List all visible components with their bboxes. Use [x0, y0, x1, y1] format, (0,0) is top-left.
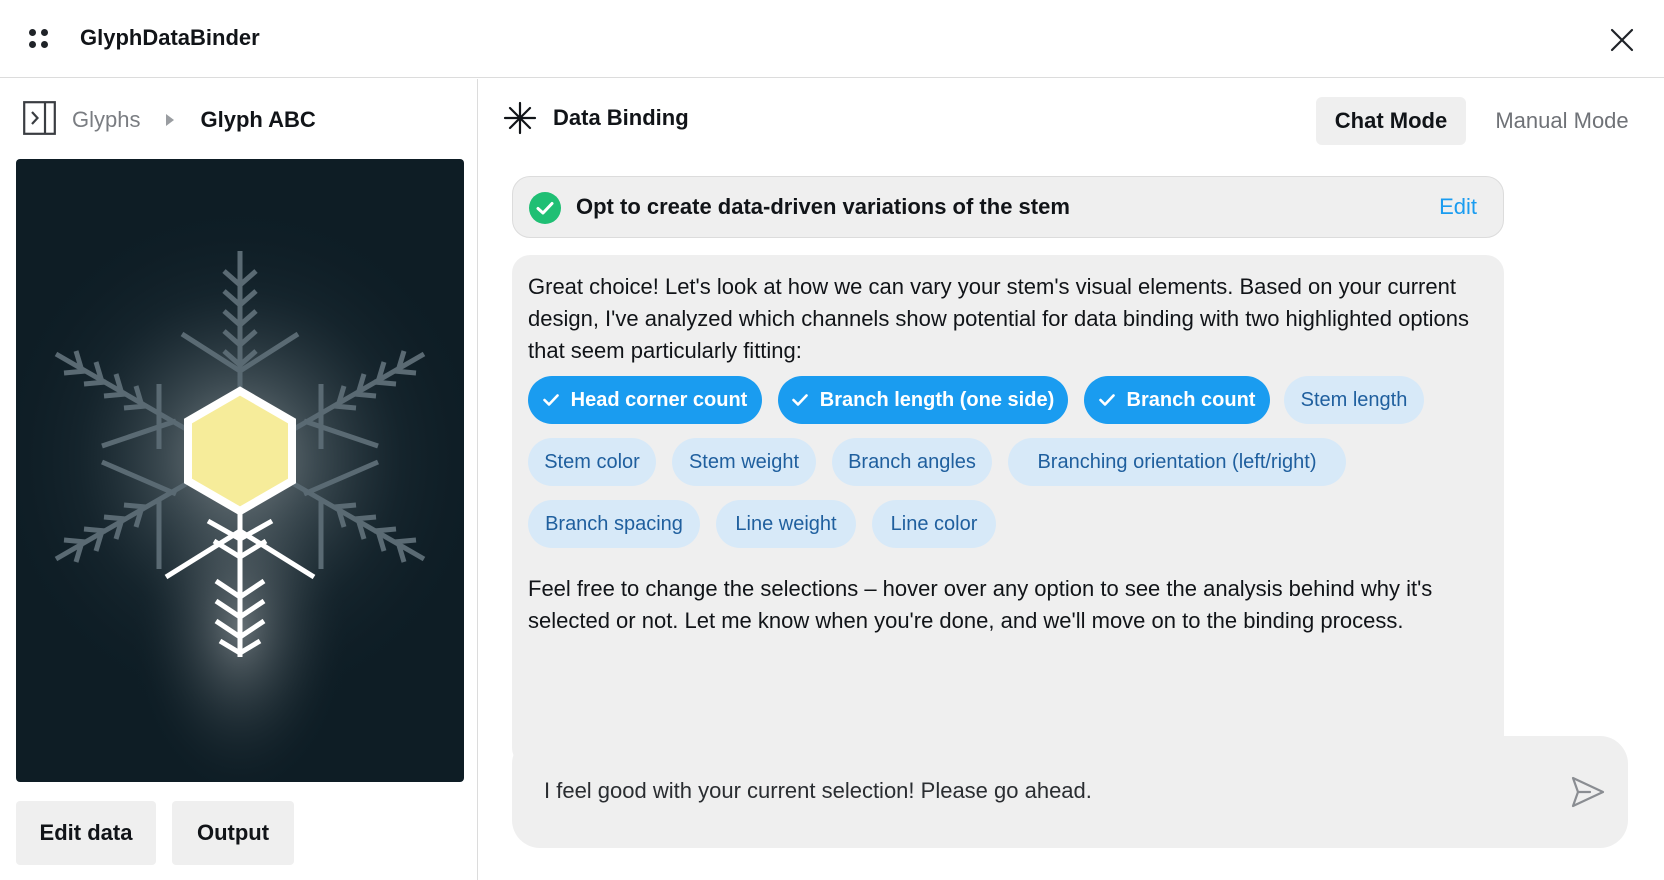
chip-branch-length[interactable]: Branch length (one side) — [778, 376, 1068, 424]
chip-branch-count[interactable]: Branch count — [1084, 376, 1270, 424]
chip-label: Branch angles — [848, 450, 976, 473]
title-bar: GlyphDataBinder — [0, 0, 1664, 78]
chip-stem-length[interactable]: Stem length — [1284, 376, 1424, 424]
send-icon[interactable] — [1570, 774, 1606, 810]
snowflake-glyph-image — [16, 199, 464, 782]
chip-label: Head corner count — [570, 388, 748, 411]
chip-label: Line color — [890, 512, 978, 535]
asterisk-icon — [503, 101, 537, 135]
data-binding-panel: Data Binding Chat Mode Manual Mode Opt t… — [480, 79, 1664, 880]
chat-composer[interactable]: I feel good with your current selection!… — [512, 736, 1628, 848]
output-button[interactable]: Output — [172, 801, 294, 865]
glyph-preview — [16, 159, 464, 782]
chip-line-color[interactable]: Line color — [872, 500, 996, 548]
edit-data-button[interactable]: Edit data — [16, 801, 156, 865]
check-icon — [542, 394, 559, 406]
check-circle-icon — [529, 192, 561, 224]
chip-label: Stem color — [544, 450, 640, 473]
tab-chat-mode[interactable]: Chat Mode — [1316, 97, 1466, 145]
message-intro: Great choice! Let's look at how we can v… — [528, 274, 1470, 363]
chip-branching-orientation[interactable]: Branching orientation (left/right) — [1008, 438, 1346, 486]
chip-label: Branch length (one side) — [819, 388, 1055, 411]
app-title: GlyphDataBinder — [80, 25, 260, 50]
assistant-message: Great choice! Let's look at how we can v… — [512, 255, 1504, 766]
breadcrumb-separator-icon — [166, 114, 175, 126]
sidebar-toggle-icon[interactable] — [23, 101, 56, 135]
chip-label: Line weight — [735, 512, 837, 535]
breadcrumb-glyphs[interactable]: Glyphs — [72, 107, 140, 133]
chip-stem-color[interactable]: Stem color — [528, 438, 656, 486]
chip-line-weight[interactable]: Line weight — [716, 500, 856, 548]
chip-branch-spacing[interactable]: Branch spacing — [528, 500, 700, 548]
chip-head-corner-count[interactable]: Head corner count — [528, 376, 762, 424]
chip-label: Stem weight — [688, 450, 800, 473]
chip-label: Branch spacing — [545, 512, 683, 535]
chip-stem-weight[interactable]: Stem weight — [672, 438, 816, 486]
composer-input[interactable]: I feel good with your current selection!… — [544, 778, 1092, 804]
message-outro: Feel free to change the selections – hov… — [528, 576, 1433, 633]
tab-manual-mode[interactable]: Manual Mode — [1480, 97, 1644, 145]
chip-label: Stem length — [1300, 388, 1408, 411]
panel-title: Data Binding — [553, 105, 689, 130]
check-icon — [1098, 394, 1115, 406]
chip-label: Branching orientation (left/right) — [1037, 450, 1317, 473]
check-icon — [791, 394, 808, 406]
edit-link[interactable]: Edit — [1439, 194, 1477, 220]
breadcrumb: Glyphs Glyph ABC — [72, 105, 316, 135]
chip-label: Branch count — [1126, 388, 1256, 411]
confirmed-choice-text: Opt to create data-driven variations of … — [576, 194, 1070, 219]
glyph-panel: Glyphs Glyph ABC Edit data Output — [0, 79, 478, 880]
breadcrumb-current: Glyph ABC — [200, 107, 316, 132]
close-icon[interactable] — [1609, 27, 1635, 53]
app-grid-icon — [28, 28, 50, 50]
confirmed-choice: Opt to create data-driven variations of … — [512, 176, 1504, 238]
chip-branch-angles[interactable]: Branch angles — [832, 438, 992, 486]
